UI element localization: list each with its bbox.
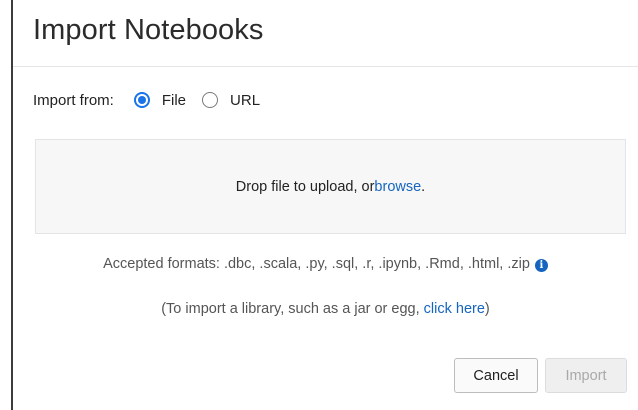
info-icon[interactable]: i (534, 259, 548, 272)
library-note-text: (To import a library, such as a jar or e… (161, 301, 424, 317)
url-radio-label: URL (230, 91, 261, 109)
cancel-button[interactable]: Cancel (454, 358, 538, 393)
browse-link[interactable]: browse (374, 179, 421, 195)
accepted-formats-text: Accepted formats: .dbc, .scala, .py, .sq… (103, 256, 530, 272)
import-from-file-option[interactable]: File (133, 91, 187, 109)
file-radio[interactable] (133, 92, 150, 108)
dialog-title: Import Notebooks (33, 14, 264, 46)
dropzone-period: . (421, 178, 426, 195)
dropzone-text: Drop file to upload, or (235, 178, 375, 195)
url-radio[interactable] (202, 92, 219, 108)
import-from-row: Import from: File URL (33, 89, 276, 111)
file-radio-label: File (161, 91, 187, 109)
import-from-url-option[interactable]: URL (202, 92, 260, 109)
import-from-label: Import from: (33, 91, 114, 109)
library-import-note: (To import a library, such as a jar or e… (13, 301, 638, 317)
import-notebooks-dialog: Import Notebooks Import from: File URL D… (13, 0, 638, 410)
title-divider (13, 66, 638, 67)
import-button[interactable]: Import (545, 358, 627, 393)
click-here-link[interactable]: click here (424, 301, 485, 317)
file-dropzone[interactable]: Drop file to upload, or browse. (35, 139, 626, 234)
accepted-formats: Accepted formats: .dbc, .scala, .py, .sq… (13, 256, 638, 272)
library-note-close: ) (484, 301, 490, 317)
